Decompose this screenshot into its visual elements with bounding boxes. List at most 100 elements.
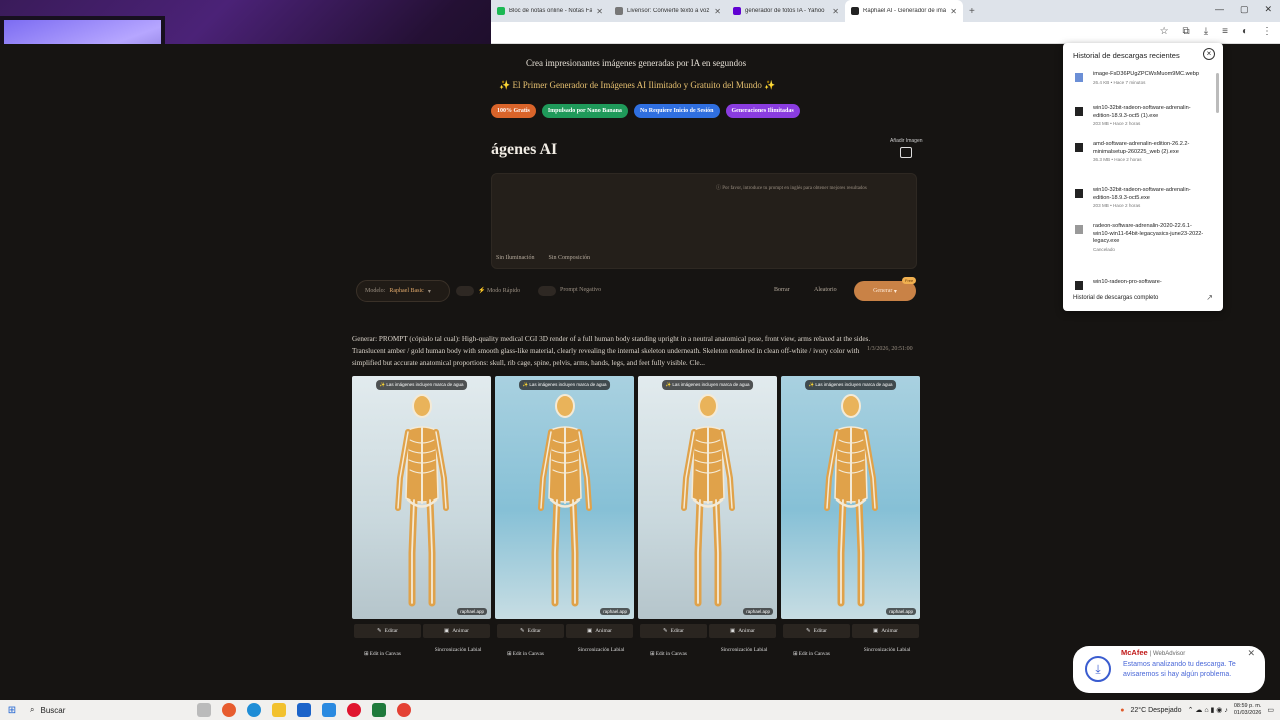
scrollbar[interactable]	[1216, 73, 1219, 113]
skeleton-figure	[537, 394, 592, 607]
close-tab-icon[interactable]: ✕	[950, 7, 957, 16]
task-view-icon[interactable]	[197, 703, 211, 717]
edit-in-canvas-button[interactable]: ⊞ Edit in Canvas	[507, 651, 544, 658]
external-link-icon[interactable]: ↗	[1206, 293, 1213, 302]
lipsync-button[interactable]: Sincronización Labial	[569, 647, 633, 654]
lipsync-button[interactable]: Sincronización Labial	[426, 647, 490, 654]
feature-badge: 100% Gratis	[491, 104, 536, 118]
site-tag: raphael.app	[886, 608, 916, 615]
tray-icons[interactable]: ⌃ ☁ ⌂ ▮ ◉ ♪	[1188, 706, 1228, 714]
tab-bar: Bloc de notas online - Notas Fá ✕ Livensor…	[491, 0, 1280, 22]
tab-1[interactable]: Livensor: Convierte texto a voz ✕	[609, 0, 727, 22]
edit-in-canvas-button[interactable]: ⊞ Edit in Canvas	[650, 651, 687, 658]
animate-button[interactable]: ▣ Animar	[566, 624, 633, 638]
watermark-notice: ✨ Las imágenes incluyen marca de agua	[804, 380, 897, 390]
lipsync-button[interactable]: Sincronización Labial	[855, 647, 919, 654]
tab-3[interactable]: Raphael AI - Generador de imá ✕	[845, 0, 963, 22]
close-tab-icon[interactable]: ✕	[832, 7, 839, 16]
app-icon[interactable]	[372, 703, 386, 717]
download-icon[interactable]: ⤓	[1204, 26, 1208, 37]
download-item[interactable]: win10-32bit-radeon-software-adrenalin-ed…	[1075, 105, 1208, 127]
profile-icon[interactable]: ◐	[1242, 26, 1248, 37]
site-tag: raphael.app	[457, 608, 487, 615]
download-item[interactable]: image-FsD36PUgZPCWsMuom9MC.webp 26.4 KB •…	[1075, 71, 1208, 86]
chip-no-composition[interactable]: Sin Composición	[549, 255, 591, 261]
tab-title: Livensor: Convierte texto a voz	[627, 8, 710, 14]
image-grid: ✨ Las imágenes incluyen marca de agua rap…	[352, 376, 920, 619]
feature-badge: Impulsado por Nano Banana	[541, 104, 628, 118]
mcafee-notification[interactable]: McAfee | WebAdvisor ⤓ Estamos analizando…	[1073, 646, 1265, 693]
opera-icon[interactable]	[347, 703, 361, 717]
edit-in-canvas-button[interactable]: ⊞ Edit in Canvas	[364, 651, 401, 658]
download-item[interactable]: win10-radeon-pro-software-	[1075, 279, 1208, 290]
more-icon[interactable]: ⋮	[1262, 26, 1272, 37]
mail-icon[interactable]	[322, 703, 336, 717]
tab-2[interactable]: generador de fotos IA - Yahoo ✕	[727, 0, 845, 22]
edit-button[interactable]: ✎ Editar	[640, 624, 707, 638]
control-bar: Modelo: Raphael Basic ▾ ⚡ Modo Rápido Pr…	[356, 277, 917, 302]
notification-icon[interactable]: ▭	[1267, 706, 1274, 714]
generated-image[interactable]: ✨ Las imágenes incluyen marca de agua rap…	[352, 376, 491, 619]
generate-button[interactable]: Generar ▾	[854, 281, 916, 301]
tab-title: Raphael AI - Generador de imá	[863, 8, 947, 14]
add-image-button[interactable]: Añadir Imagen	[890, 138, 923, 158]
chevron-down-icon: ▾	[893, 288, 897, 295]
chrome-icon[interactable]	[397, 703, 411, 717]
edit-button[interactable]: ✎ Editar	[497, 624, 564, 638]
negative-prompt-toggle[interactable]	[538, 286, 556, 296]
animate-button[interactable]: ▣ Animar	[423, 624, 490, 638]
model-select[interactable]: Modelo: Raphael Basic ▾	[356, 280, 450, 302]
store-icon[interactable]	[297, 703, 311, 717]
generated-image[interactable]: ✨ Las imágenes incluyen marca de agua rap…	[638, 376, 777, 619]
close-window-icon[interactable]: ✕	[1264, 4, 1272, 15]
download-meta: 26.4 KB • Hace 7 minutos	[1093, 79, 1146, 85]
film-icon: ▣	[872, 628, 879, 634]
file-explorer-icon[interactable]	[272, 703, 286, 717]
close-tab-icon[interactable]: ✕	[596, 7, 603, 16]
fast-mode-toggle[interactable]	[456, 286, 474, 296]
extensions-icon[interactable]: ⧉	[1183, 26, 1190, 37]
lipsync-button[interactable]: Sincronización Labial	[712, 647, 776, 654]
close-icon[interactable]: ✕	[1247, 648, 1255, 659]
image-file-icon	[1075, 73, 1083, 82]
chip-no-lighting[interactable]: Sin Iluminación	[496, 255, 535, 261]
download-icon: ⤓	[1085, 656, 1111, 682]
negative-prompt-label: Prompt Negativo	[560, 287, 602, 293]
clear-button[interactable]: Borrar	[774, 287, 790, 293]
windows-start-icon[interactable]: ⊞	[0, 705, 24, 716]
animate-button[interactable]: ▣ Animar	[709, 624, 776, 638]
maximize-icon[interactable]: ▢	[1240, 4, 1249, 15]
copilot-icon[interactable]	[222, 703, 236, 717]
animate-button[interactable]: ▣ Animar	[852, 624, 919, 638]
download-item[interactable]: radeon-software-adrenalin-2020-22.6.1-wi…	[1075, 223, 1208, 253]
generated-image[interactable]: ✨ Las imágenes incluyen marca de agua rap…	[781, 376, 920, 619]
edge-icon[interactable]	[247, 703, 261, 717]
generated-image[interactable]: ✨ Las imágenes incluyen marca de agua rap…	[495, 376, 634, 619]
downloads-panel: Historial de descargas recientes × image…	[1063, 43, 1223, 311]
bookmark-star-icon[interactable]: ☆	[1160, 26, 1169, 37]
exe-file-icon	[1075, 281, 1083, 290]
edit-in-canvas-button[interactable]: ⊞ Edit in Canvas	[793, 651, 830, 658]
clock[interactable]: 08:59 p. m. 01/03/2026	[1234, 703, 1262, 717]
edit-button[interactable]: ✎ Editar	[783, 624, 850, 638]
download-item[interactable]: win10-32bit-radeon-software-adrenalin-ed…	[1075, 187, 1208, 209]
minimize-icon[interactable]: —	[1215, 4, 1224, 15]
style-chips: Sin Iluminación Sin Composición	[496, 255, 590, 261]
new-tab-button[interactable]: +	[963, 6, 981, 17]
download-filename: radeon-software-adrenalin-2020-22.6.1-wi…	[1093, 223, 1204, 244]
download-item[interactable]: amd-software-adrenalin-edition-26.2.2-mi…	[1075, 141, 1208, 163]
skeleton-figure	[823, 394, 878, 607]
site-tag: raphael.app	[600, 608, 630, 615]
random-button[interactable]: Aleatorio	[814, 287, 837, 293]
close-icon[interactable]: ×	[1203, 48, 1215, 60]
close-tab-icon[interactable]: ✕	[714, 7, 721, 16]
canvas-label: Edit in Canvas	[798, 651, 830, 657]
download-filename: image-FsD36PUgZPCWsMuom9MC.webp	[1093, 71, 1199, 77]
exe-file-icon	[1075, 107, 1083, 116]
tab-0[interactable]: Bloc de notas online - Notas Fá ✕	[491, 0, 609, 22]
weather-text[interactable]: 22°C Despejado	[1131, 707, 1182, 714]
full-history-link[interactable]: Historial de descargas completo	[1073, 295, 1158, 301]
edit-button[interactable]: ✎ Editar	[354, 624, 421, 638]
taskbar-search[interactable]: ⌕ Buscar	[24, 700, 159, 720]
menu-icon[interactable]: ≡	[1222, 26, 1228, 37]
